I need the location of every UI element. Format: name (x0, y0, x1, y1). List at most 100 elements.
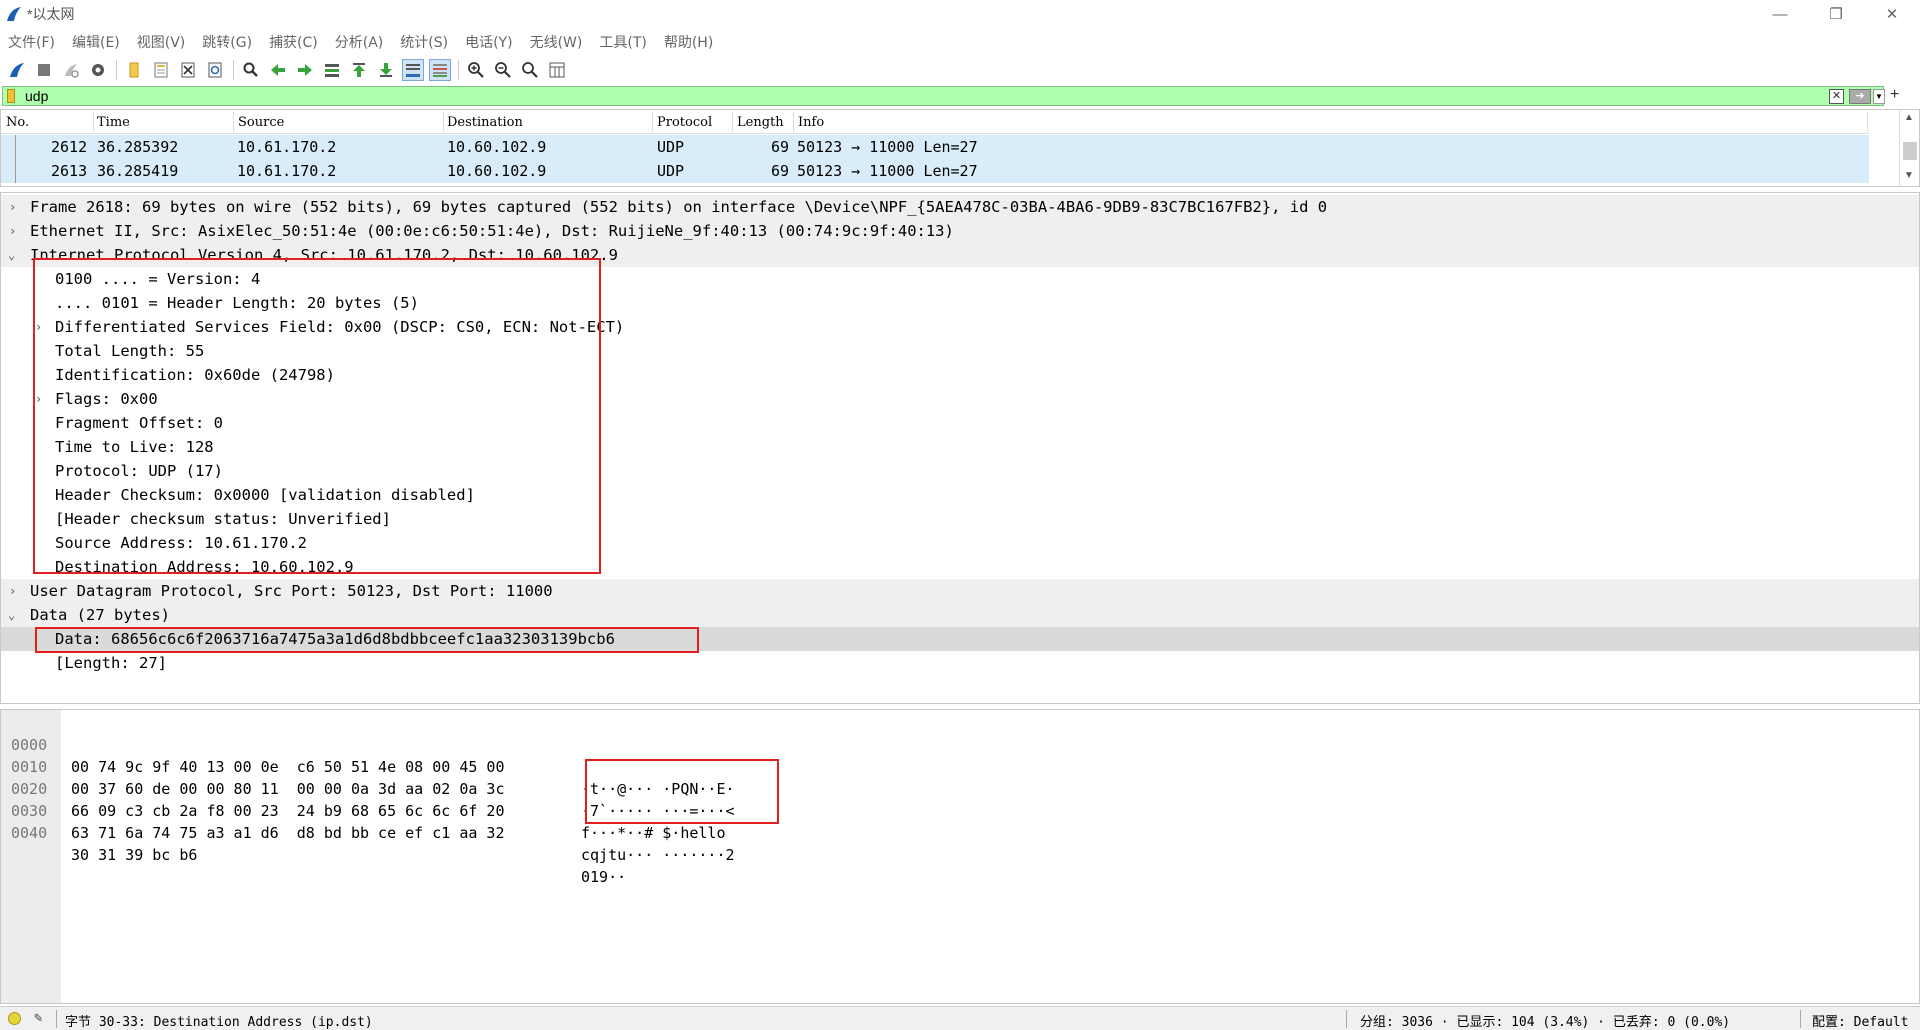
go-forward-icon[interactable] (294, 59, 316, 81)
zoom-out-icon[interactable] (492, 59, 514, 81)
menu-tools[interactable]: 工具(T) (599, 32, 646, 52)
restore-icon[interactable]: ❐ (1808, 0, 1864, 28)
display-filter-input[interactable]: udp ✕ ➔ ▼ (2, 86, 1885, 106)
column-no[interactable]: No. (6, 115, 29, 130)
packet-protocol: UDP (657, 162, 685, 180)
expert-info-icon[interactable] (8, 1012, 21, 1025)
column-info[interactable]: Info (798, 115, 824, 130)
autoscroll-icon[interactable] (402, 59, 424, 81)
packet-row[interactable]: 2613 36.285419 10.61.170.2 10.60.102.9 U… (1, 159, 1869, 183)
go-back-icon[interactable] (267, 59, 289, 81)
menu-statistics[interactable]: 统计(S) (400, 32, 448, 52)
packet-list-header: No. Time Source Destination Protocol Len… (1, 110, 1869, 134)
tree-item-label: [Length: 27] (55, 654, 167, 672)
hex-ascii[interactable]: cqjtu··· ·······2 (581, 844, 735, 866)
expand-chevron-icon[interactable]: › (9, 195, 16, 219)
packet-source: 10.61.170.2 (237, 162, 337, 180)
hex-bytes[interactable]: 30 31 39 bc b6 (71, 844, 197, 866)
hex-ascii[interactable]: 019·· (581, 866, 626, 888)
collapse-chevron-icon[interactable]: ⌄ (8, 603, 15, 627)
save-file-icon[interactable] (150, 59, 172, 81)
scroll-up-icon[interactable]: ▲ (1904, 112, 1914, 123)
hex-row[interactable]: 0030 63 71 6a 74 75 a3 a1 d6 d8 bd bb ce… (1, 778, 735, 864)
scroll-thumb[interactable] (1903, 142, 1917, 160)
go-to-packet-icon[interactable] (321, 59, 343, 81)
tree-item-ethernet[interactable]: › Ethernet II, Src: AsixElec_50:51:4e (0… (1, 219, 1919, 243)
minimize-icon[interactable]: — (1752, 0, 1808, 28)
shark-fin-start-icon[interactable] (6, 59, 28, 81)
packet-row[interactable]: 2612 36.285392 10.61.170.2 10.60.102.9 U… (1, 135, 1869, 159)
bookmark-icon[interactable] (7, 89, 15, 103)
capture-options-gear-icon[interactable] (87, 59, 109, 81)
open-folder-icon[interactable] (123, 59, 145, 81)
zoom-in-icon[interactable] (465, 59, 487, 81)
stop-square-icon[interactable] (33, 59, 55, 81)
packet-destination: 10.60.102.9 (447, 162, 547, 180)
hex-row[interactable]: 0020 66 09 c3 cb 2a f8 00 23 24 b9 68 65… (1, 756, 726, 842)
status-profile[interactable]: 配置: Default (1812, 1011, 1908, 1030)
menu-view[interactable]: 视图(V) (137, 32, 186, 52)
status-packet-counts: 分组: 3036 · 已显示: 104 (3.4%) · 已丢弃: 0 (0.0… (1360, 1015, 1731, 1030)
clear-filter-icon[interactable]: ✕ (1829, 89, 1844, 104)
restart-capture-icon[interactable] (60, 59, 82, 81)
column-source[interactable]: Source (238, 115, 284, 130)
scroll-down-icon[interactable]: ▼ (1904, 170, 1914, 181)
tree-item-label: Frame 2618: 69 bytes on wire (552 bits),… (30, 198, 1328, 216)
collapse-chevron-icon[interactable]: ⌄ (8, 243, 15, 267)
related-packet-line (15, 135, 16, 159)
hex-row[interactable]: 0010 00 37 60 de 00 00 80 11 00 00 0a 3d… (1, 734, 735, 820)
menu-wireless[interactable]: 无线(W) (530, 32, 583, 52)
ip-fields-highlight-box (33, 258, 601, 574)
reload-icon[interactable] (204, 59, 226, 81)
tree-item-udp[interactable]: › User Datagram Protocol, Src Port: 5012… (1, 579, 1919, 603)
tree-item-label: Data (27 bytes) (30, 606, 170, 624)
find-packet-icon[interactable] (240, 59, 262, 81)
menu-file[interactable]: 文件(F) (8, 32, 55, 52)
packet-list-scrollbar[interactable]: ▲ ▼ (1899, 110, 1919, 186)
menu-telephony[interactable]: 电话(Y) (465, 32, 512, 52)
hex-bytes[interactable]: 66 09 c3 cb 2a f8 00 23 24 b9 68 65 6c 6… (71, 800, 504, 822)
hex-ascii[interactable]: f···*··# $·hello (581, 822, 735, 844)
menu-help[interactable]: 帮助(H) (664, 32, 713, 52)
status-bar: ✎ 字节 30-33: Destination Address (ip.dst)… (0, 1006, 1920, 1030)
capture-comment-edit-icon[interactable]: ✎ (34, 1010, 42, 1026)
title-bar: *以太网 — ❐ ✕ (0, 0, 1920, 28)
packet-destination: 10.60.102.9 (447, 138, 547, 156)
hex-row[interactable]: 0000 00 74 9c 9f 40 13 00 0e c6 50 51 4e… (1, 712, 735, 798)
menu-bar: 文件(F) 编辑(E) 视图(V) 跳转(G) 捕获(C) 分析(A) 统计(S… (0, 30, 1920, 54)
close-file-icon[interactable] (177, 59, 199, 81)
hex-row[interactable]: 0040 30 31 39 bc b6 019·· (1, 800, 626, 886)
go-first-icon[interactable] (348, 59, 370, 81)
tree-item-frame[interactable]: › Frame 2618: 69 bytes on wire (552 bits… (1, 195, 1919, 219)
hex-bytes[interactable]: 00 74 9c 9f 40 13 00 0e c6 50 51 4e 08 0… (71, 756, 504, 778)
column-destination[interactable]: Destination (447, 115, 523, 130)
apply-filter-icon[interactable]: ➔ (1849, 89, 1871, 104)
menu-go[interactable]: 跳转(G) (202, 32, 252, 52)
add-filter-button-icon[interactable]: + (1890, 86, 1899, 104)
tree-item-data[interactable]: ⌄ Data (27 bytes) (1, 603, 1919, 627)
menu-analyze[interactable]: 分析(A) (335, 32, 384, 52)
column-protocol[interactable]: Protocol (657, 115, 712, 130)
column-time[interactable]: Time (97, 115, 130, 130)
tree-item-label: User Datagram Protocol, Src Port: 50123,… (30, 582, 553, 600)
zoom-reset-icon[interactable] (519, 59, 541, 81)
packet-time: 36.285419 (97, 162, 179, 180)
hex-bytes[interactable]: 63 71 6a 74 75 a3 a1 d6 d8 bd bb ce ef c… (71, 822, 504, 844)
menu-edit[interactable]: 编辑(E) (72, 32, 120, 52)
tree-item-data-length[interactable]: [Length: 27] (1, 651, 1919, 675)
resize-columns-icon[interactable] (546, 59, 568, 81)
filter-text[interactable]: udp (25, 88, 48, 104)
menu-capture[interactable]: 捕获(C) (269, 32, 318, 52)
packet-details-pane: › Frame 2618: 69 bytes on wire (552 bits… (0, 192, 1920, 704)
wireshark-fin-icon (7, 7, 21, 21)
column-length[interactable]: Length (737, 115, 784, 130)
filter-history-dropdown-icon[interactable]: ▼ (1873, 89, 1885, 104)
close-icon[interactable]: ✕ (1864, 0, 1920, 28)
main-toolbar (0, 56, 1920, 84)
packet-no: 2613 (51, 162, 88, 180)
hex-bytes[interactable]: 00 37 60 de 00 00 80 11 00 00 0a 3d aa 0… (71, 778, 504, 800)
go-last-icon[interactable] (375, 59, 397, 81)
expand-chevron-icon[interactable]: › (9, 579, 16, 603)
expand-chevron-icon[interactable]: › (9, 219, 16, 243)
colorize-icon[interactable] (429, 59, 451, 81)
